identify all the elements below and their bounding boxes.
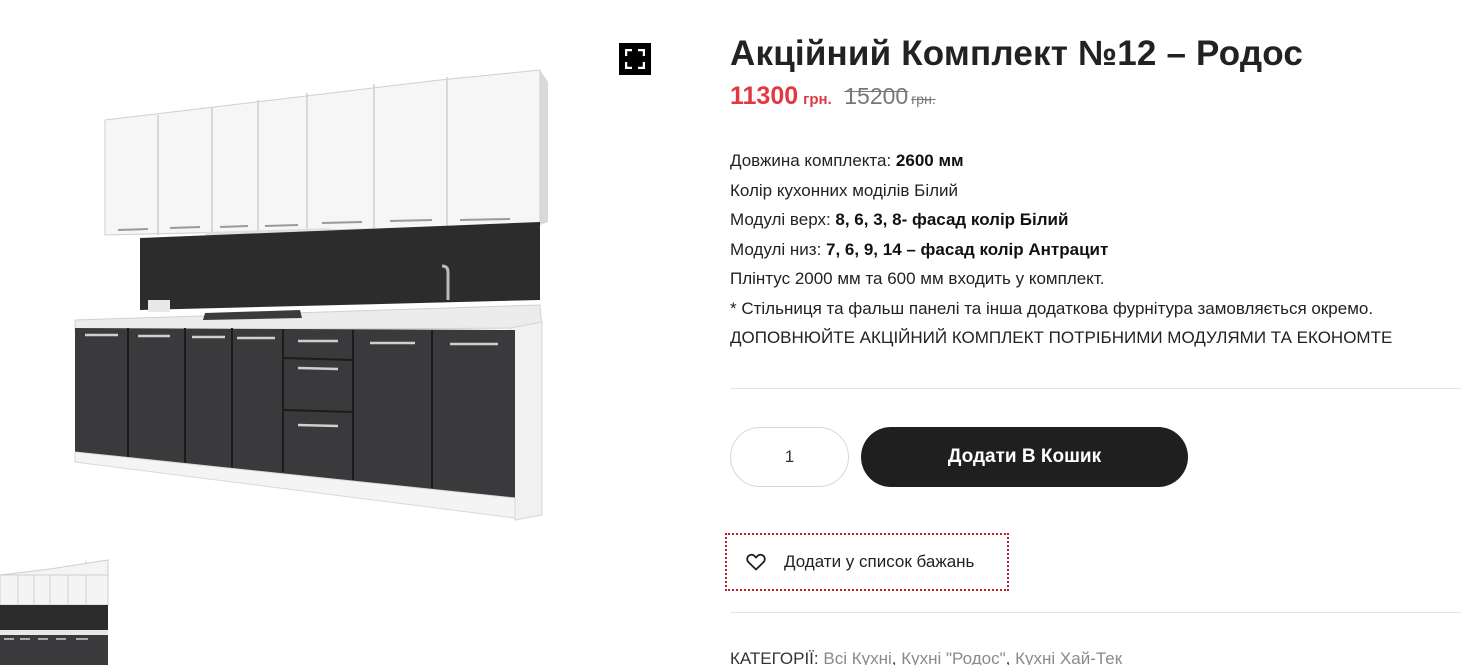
regular-price: 15200 грн. <box>844 83 936 109</box>
product-title: Акційний Комплект №12 – Родос <box>730 34 1304 73</box>
divider <box>730 388 1461 389</box>
category-link[interactable]: Кухні Хай-Тек <box>1015 649 1122 665</box>
plinth-line: Плінтус 2000 мм та 600 мм входить у комп… <box>730 269 1105 288</box>
regular-price-currency: грн. <box>911 91 936 107</box>
wishlist-label: Додати у список бажань <box>784 552 975 571</box>
category-link[interactable]: Всі Кухні <box>823 649 891 665</box>
bottom-modules-line: Модулі низ: 7, 6, 9, 14 – фасад колір Ан… <box>730 239 1109 259</box>
add-to-wishlist-button[interactable]: Додати у список бажань <box>725 533 1009 591</box>
product-categories: КАТЕГОРІЇ: Всі Кухні, Кухні "Родос", Кух… <box>730 649 1122 665</box>
promo-line: ДОПОВНЮЙТЕ АКЦІЙНИЙ КОМПЛЕКТ ПОТРІБНИМИ … <box>730 328 1393 347</box>
add-to-cart-button[interactable]: Додати В Кошик <box>861 427 1188 487</box>
product-summary: Акційний Комплект №12 – Родос 11300 грн. … <box>725 0 1461 665</box>
sale-price-currency: грн. <box>803 91 832 108</box>
fullscreen-button[interactable] <box>619 43 651 75</box>
categories-label: КАТЕГОРІЇ: <box>730 649 819 665</box>
length-value: 2600 мм <box>895 151 964 170</box>
product-description: Довжина комплекта: 2600 мм Колір кухонни… <box>730 146 1461 353</box>
heart-icon <box>746 553 766 571</box>
top-modules-line: Модулі верх: 8, 6, 3, 8- фасад колір Біл… <box>730 210 1069 229</box>
quantity-input[interactable] <box>730 427 849 487</box>
product-gallery <box>0 0 680 665</box>
note-line: * Стільниця та фальш панелі та інша дода… <box>730 298 1374 318</box>
top-modules-value: 8, 6, 3, 8- фасад колір Білий <box>835 210 1069 229</box>
divider <box>730 612 1461 613</box>
product-main-image[interactable] <box>70 60 550 530</box>
regular-price-value: 15200 <box>844 83 909 109</box>
category-link[interactable]: Кухні "Родос" <box>901 649 1005 665</box>
length-line: Довжина комплекта: 2600 мм <box>730 151 964 170</box>
gallery-thumbnail[interactable] <box>0 555 112 665</box>
bottom-modules-value: 7, 6, 9, 14 – фасад колір Антрацит <box>826 239 1109 259</box>
color-line: Колір кухонних моділів Білий <box>730 180 959 200</box>
sale-price: 11300 <box>730 82 799 110</box>
price: 11300 грн. 15200 грн. <box>730 82 936 111</box>
